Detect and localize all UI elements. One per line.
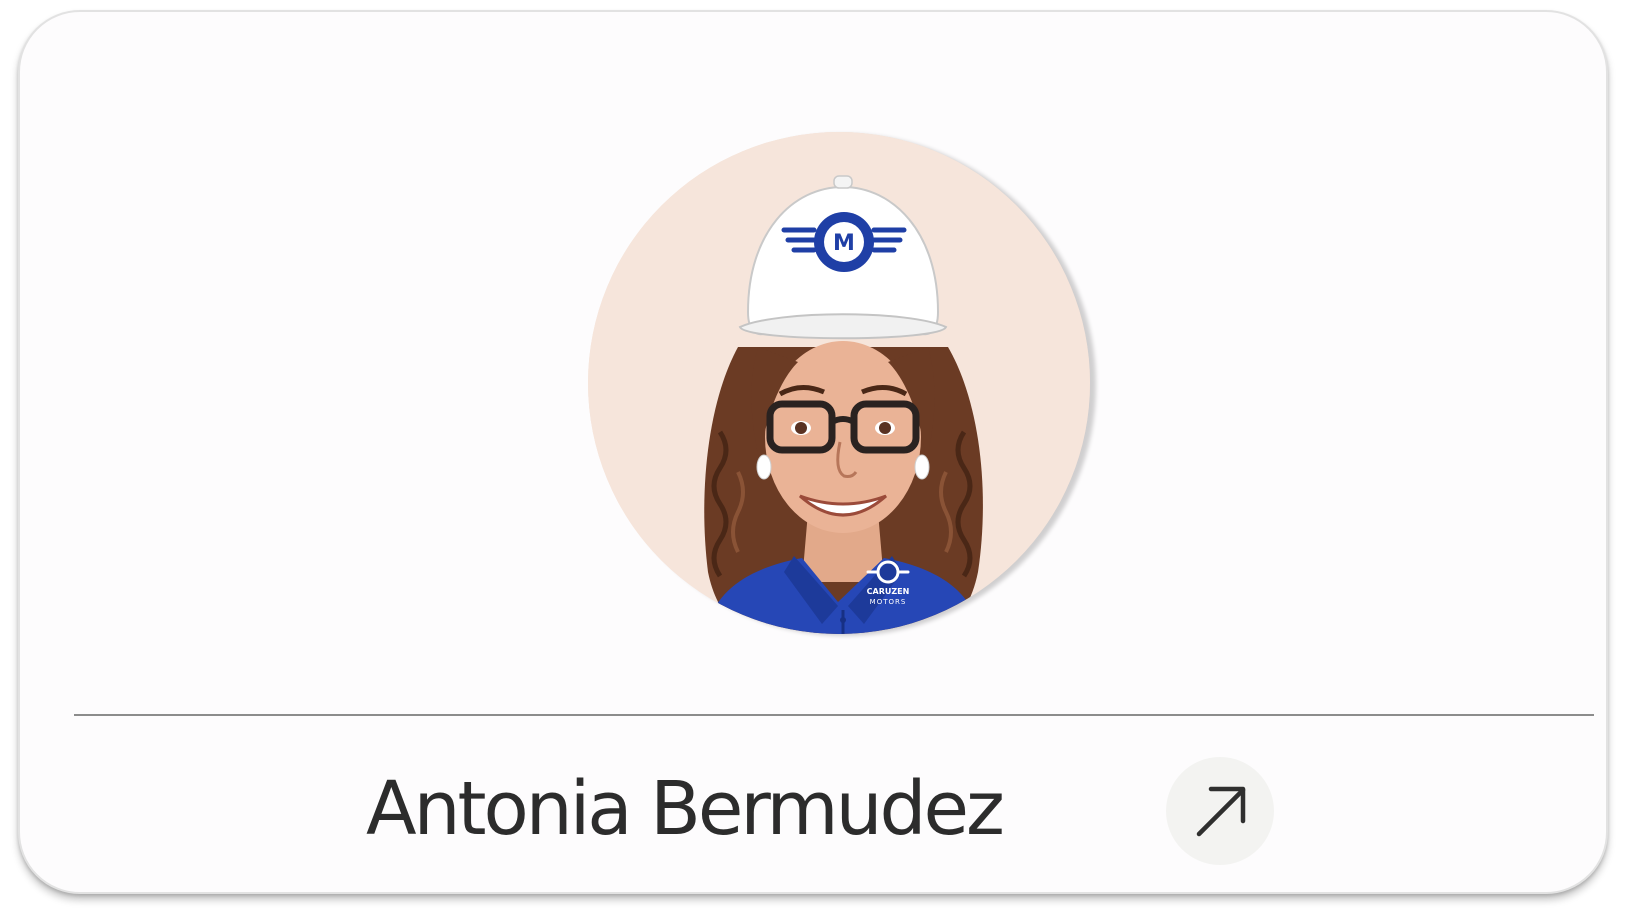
shirt-logo-line1: CARUZEN <box>867 587 910 596</box>
arrow-up-right-icon <box>1196 786 1246 837</box>
avatar-illustration: M CARUZEN MOTORS <box>588 132 1090 634</box>
open-profile-button[interactable] <box>1166 757 1274 865</box>
shirt-logo-line2: MOTORS <box>870 598 907 606</box>
card-divider <box>74 714 1594 716</box>
profile-card[interactable]: M CARUZEN MOTORS Antonia Bermudez <box>18 10 1608 894</box>
page: M CARUZEN MOTORS Antonia Bermudez <box>0 0 1629 921</box>
svg-text:M: M <box>833 231 855 256</box>
profile-name: Antonia Bermudez <box>366 766 1005 852</box>
profile-avatar: M CARUZEN MOTORS <box>588 132 1090 634</box>
